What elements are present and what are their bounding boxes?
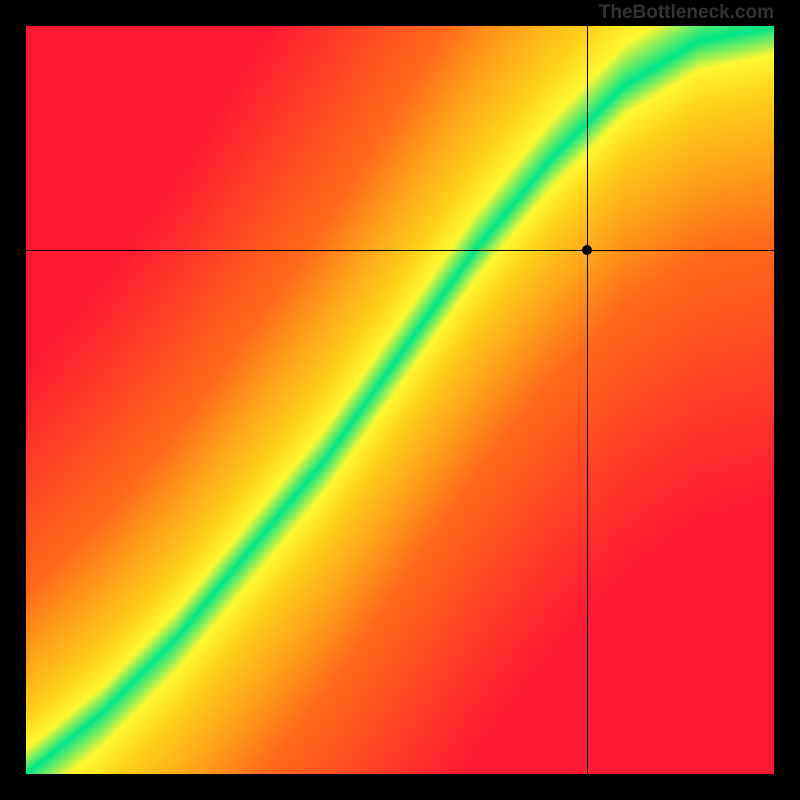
- crosshair-horizontal: [26, 250, 774, 251]
- position-marker: [582, 245, 592, 255]
- watermark-label: TheBottleneck.com: [599, 2, 774, 24]
- heatmap-canvas: [26, 26, 774, 774]
- heatmap-chart: [26, 26, 774, 774]
- crosshair-vertical: [587, 26, 588, 774]
